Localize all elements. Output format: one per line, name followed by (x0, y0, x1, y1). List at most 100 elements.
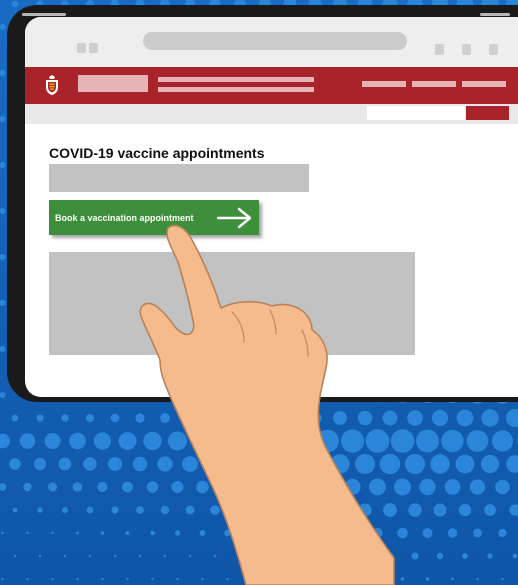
site-header (25, 67, 518, 104)
halftone-dot (491, 430, 514, 452)
halftone-dot (407, 410, 423, 426)
halftone-dot (258, 411, 272, 425)
halftone-dot (26, 531, 29, 535)
halftone-dot (160, 505, 170, 515)
halftone-dot (135, 413, 145, 423)
halftone-dot (456, 409, 474, 427)
halftone-dot (151, 577, 154, 581)
halftone-dot (234, 504, 246, 516)
halftone-dot (58, 457, 72, 471)
halftone-dot (249, 529, 256, 537)
halftone-dot (86, 414, 94, 422)
tablet-device: COVID-19 vaccine appointments Book a vac… (7, 5, 518, 402)
halftone-dot (295, 479, 310, 495)
jersey-crest-icon[interactable] (45, 75, 59, 95)
halftone-dot (9, 458, 21, 470)
halftone-dot (441, 429, 464, 453)
nav-item[interactable] (362, 81, 406, 87)
halftone-dot (480, 454, 500, 474)
halftone-dot (379, 453, 401, 475)
nav-item[interactable] (412, 81, 456, 87)
halftone-dot (100, 531, 105, 535)
halftone-dot (113, 554, 117, 558)
halftone-dot (226, 577, 229, 581)
halftone-dot (323, 528, 332, 538)
halftone-dot (422, 528, 433, 538)
halftone-dot (12, 507, 18, 513)
halftone-dot (326, 577, 329, 581)
halftone-dot (400, 577, 405, 581)
address-bar[interactable] (143, 32, 407, 50)
halftone-dot (411, 552, 419, 560)
page-title: COVID-19 vaccine appointments (49, 145, 265, 161)
halftone-dot (136, 506, 144, 514)
halftone-dot (220, 480, 235, 494)
halftone-dot (199, 530, 206, 536)
halftone-dot (11, 414, 19, 422)
halftone-dot (287, 553, 293, 559)
halftone-dot (231, 455, 249, 473)
halftone-dot (256, 455, 274, 473)
halftone-dot (157, 456, 173, 472)
halftone-dot (431, 409, 449, 427)
halftone-dot (126, 577, 129, 581)
halftone-dot (150, 530, 155, 536)
halftone-dot (365, 429, 390, 453)
halftone-dot (266, 430, 289, 452)
halftone-dot (23, 482, 32, 492)
halftone-dot (390, 429, 415, 453)
halftone-dot (476, 577, 479, 581)
halftone-dot (33, 457, 47, 471)
halftone-dot (455, 454, 475, 474)
halftone-dot (185, 505, 195, 515)
halftone-dot (357, 410, 373, 426)
halftone-dot (125, 531, 130, 535)
halftone-dot (72, 482, 83, 492)
halftone-dot (206, 455, 224, 473)
halftone-dot (210, 505, 220, 515)
halftone-dot (298, 528, 307, 538)
halftone-dot (245, 480, 260, 494)
search-button[interactable] (466, 106, 509, 120)
halftone-dot (337, 553, 343, 559)
halftone-dot (319, 479, 336, 495)
book-vaccination-button[interactable]: Book a vaccination appointment (49, 200, 259, 235)
halftone-dot (38, 554, 42, 558)
halftone-dot (108, 457, 122, 471)
site-logo-text[interactable] (78, 75, 148, 92)
halftone-dot (93, 432, 112, 450)
halftone-dot (86, 506, 94, 514)
halftone-dot (19, 433, 36, 449)
halftone-dot (405, 454, 425, 474)
halftone-dot (451, 577, 454, 581)
search-input[interactable] (367, 106, 465, 120)
halftone-dot (37, 507, 43, 513)
halftone-dot (263, 554, 267, 558)
halftone-dot (51, 577, 54, 581)
browser-toolbar (25, 17, 518, 67)
halftone-dot (333, 411, 347, 425)
halftone-dot (419, 478, 436, 496)
halftone-dot (11, 0, 19, 8)
halftone-dot (110, 413, 120, 423)
halftone-dot (201, 577, 204, 581)
halftone-dot (168, 431, 187, 451)
halftone-dot (217, 430, 238, 452)
halftone-dot (13, 554, 17, 558)
halftone-dot (501, 577, 504, 581)
nav-item[interactable] (462, 81, 506, 87)
halftone-dot (182, 456, 198, 472)
halftone-dot (61, 414, 69, 422)
halftone-dot (512, 553, 518, 559)
halftone-dot (51, 531, 54, 535)
site-title-line (158, 77, 314, 82)
window-controls (435, 44, 498, 55)
halftone-dot (466, 430, 489, 452)
halftone-dot (1, 577, 4, 581)
halftone-dot (372, 528, 383, 538)
halftone-dot (369, 478, 386, 496)
halftone-dot (361, 552, 369, 560)
halftone-dot (355, 454, 375, 474)
halftone-dot (376, 577, 379, 581)
halftone-dot (473, 528, 482, 538)
